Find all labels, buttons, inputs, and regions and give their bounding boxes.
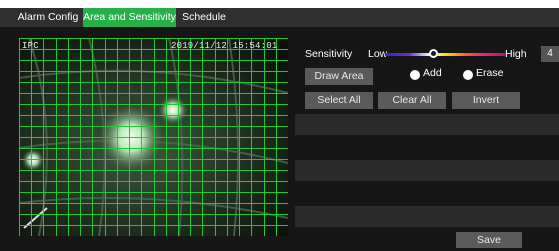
tab-bar: Alarm Config Area and Sensitivity Schedu… (0, 8, 559, 27)
select-all-button[interactable]: Select All (305, 92, 373, 109)
camera-scene (19, 38, 288, 236)
tab-alarm-config[interactable]: Alarm Config (14, 8, 82, 27)
add-radio[interactable] (410, 70, 420, 80)
add-label: Add (423, 67, 442, 79)
sensitivity-label: Sensitivity (305, 48, 353, 60)
erase-radio[interactable] (463, 70, 473, 80)
channel-label: IPC (22, 41, 39, 51)
tab-schedule[interactable]: Schedule (178, 8, 230, 27)
config-row (295, 114, 559, 135)
invert-button[interactable]: Invert (452, 92, 520, 109)
sensitivity-high-label: High (505, 48, 527, 60)
config-row (295, 160, 559, 181)
timestamp-overlay: 2019/11/12 15:54:01 (171, 41, 278, 51)
clear-all-button[interactable]: Clear All (378, 92, 446, 109)
sensitivity-value[interactable]: 4 (541, 46, 559, 62)
sensitivity-slider-thumb[interactable] (428, 49, 438, 58)
save-button[interactable]: Save (456, 232, 522, 248)
video-preview[interactable]: IPC 2019/11/12 15:54:01 (19, 38, 288, 236)
draw-area-button[interactable]: Draw Area (305, 68, 373, 85)
sensitivity-slider[interactable] (385, 53, 505, 56)
tab-area-and-sensitivity[interactable]: Area and Sensitivity (83, 8, 176, 27)
config-row (295, 206, 559, 227)
erase-label: Erase (476, 67, 504, 79)
